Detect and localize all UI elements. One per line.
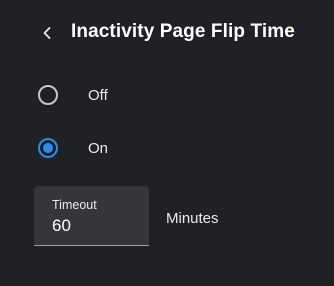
header: Inactivity Page Flip Time [0,12,334,56]
page-title: Inactivity Page Flip Time [71,21,295,42]
timeout-unit-label: Minutes [166,210,219,227]
chevron-left-icon [42,26,52,40]
timeout-input[interactable] [52,216,132,236]
radio-button-off[interactable] [38,85,58,105]
radio-button-on[interactable] [38,138,58,158]
radio-label-off: Off [88,86,108,104]
radio-option-on[interactable]: On [38,133,238,163]
timeout-field[interactable]: Timeout [34,186,149,246]
timeout-label: Timeout [52,198,97,212]
radio-selected-dot [43,143,53,153]
settings-panel: Inactivity Page Flip Time Off On Timeout… [0,0,334,286]
back-button[interactable] [36,20,58,46]
radio-label-on: On [88,139,109,157]
radio-option-off[interactable]: Off [38,80,238,110]
